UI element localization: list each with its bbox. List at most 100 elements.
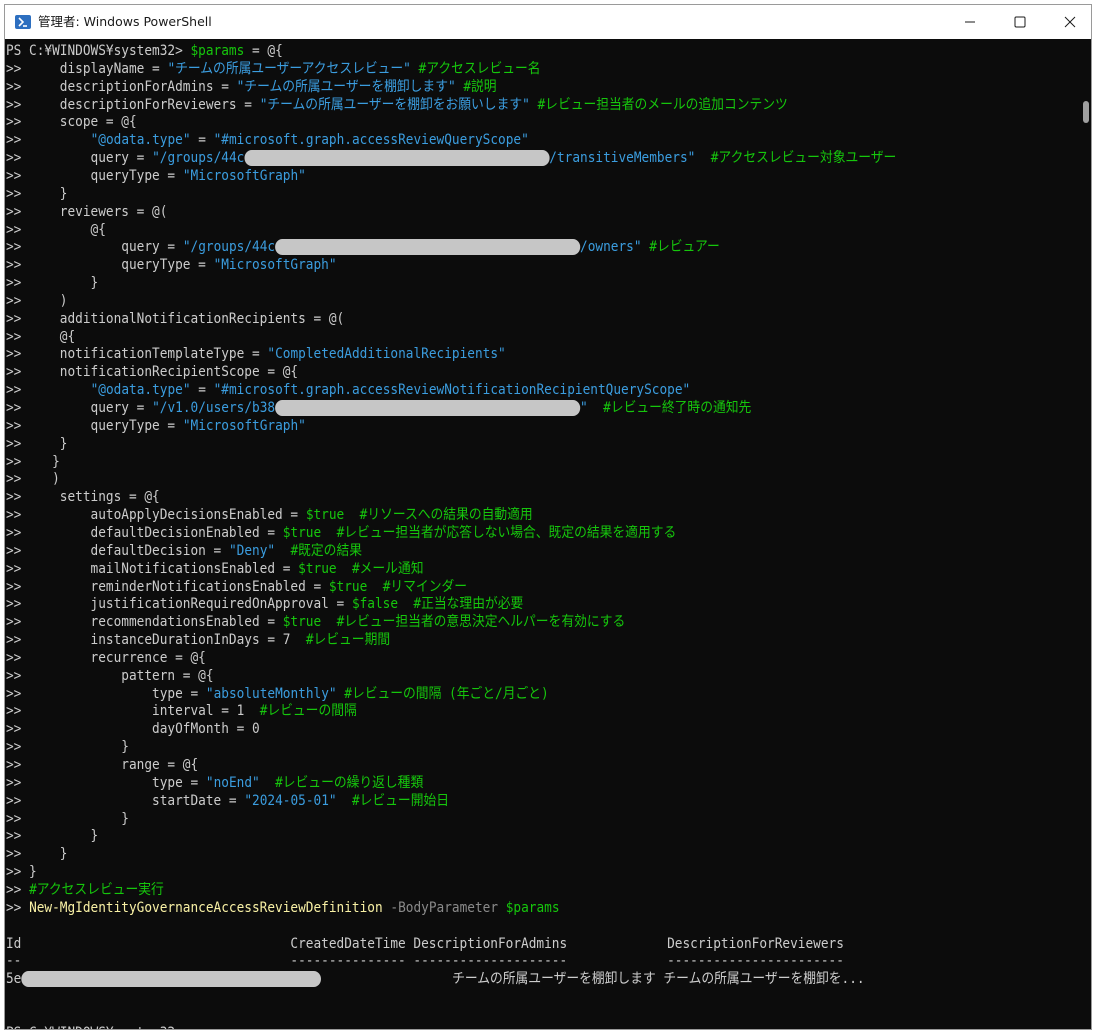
console-text: >> descriptionForAdmins = <box>6 78 237 95</box>
console-text: #アクセスレビュー実行 <box>29 881 164 898</box>
console-text: >> interval = 1 <box>6 703 245 720</box>
console-text: >> queryType = <box>6 417 183 434</box>
console-text: >> notificationTemplateType = <box>6 346 268 363</box>
vertical-scrollbar[interactable] <box>1079 39 1091 1029</box>
maximize-button[interactable] <box>995 5 1045 39</box>
console-text: #リソースへの結果の自動適用 <box>344 507 533 524</box>
console-line: >> type = "noEnd" #レビューの繰り返し種類 <box>6 774 423 792</box>
console-text: >> } <box>6 828 99 845</box>
console-line: >> } <box>6 827 98 845</box>
console-text: >> type = <box>6 774 206 791</box>
minimize-button[interactable] <box>945 5 995 39</box>
console-line: PS C:¥WINDOWS¥system32> $params = @{ <box>6 42 283 60</box>
console-line: 5e チームの所属ユーザーを棚卸します チームの所属ユーザーを棚卸を... <box>6 970 865 988</box>
console-text: "MicrosoftGraph" <box>182 167 306 184</box>
console-text: #レビュー開始日 <box>336 792 450 809</box>
title-bar[interactable]: 管理者: Windows PowerShell <box>5 5 1091 39</box>
console-line: >> } <box>6 738 129 756</box>
console-output[interactable]: PS C:¥WINDOWS¥system32> $params = @{>> d… <box>5 39 1079 1029</box>
console-text: #レビュー期間 <box>290 632 391 649</box>
console-text: #レビュー担当者の意思決定ヘルパーを有効にする <box>321 614 626 631</box>
console-text: >> reminderNotificationsEnabled = <box>6 578 329 595</box>
console-text: >> defaultDecision = <box>6 542 229 559</box>
console-line: >> query = "/groups/44c/transitiveMember… <box>6 149 896 167</box>
console-text: >> autoApplyDecisionsEnabled = <box>6 507 306 524</box>
console-text: $true <box>328 578 368 595</box>
console-text: >> query = <box>6 150 153 167</box>
console-text: >> } <box>6 185 68 202</box>
console-text: #レビュー担当者が応答しない場合、既定の結果を適用する <box>321 524 677 541</box>
console-text: >> defaultDecisionEnabled = <box>6 524 283 541</box>
console-line: >> queryType = "MicrosoftGraph" <box>6 256 337 274</box>
console-text: "/v1.0/users/b38 <box>152 400 276 416</box>
redacted-value <box>275 239 581 256</box>
console-text: "CompletedAdditionalRecipients" <box>267 346 506 363</box>
console-line: >> "@odata.type" = "#microsoft.graph.acc… <box>6 381 690 399</box>
console-text: チームの所属ユーザーを棚卸します チームの所属ユーザーを棚卸を... <box>321 971 865 988</box>
console-line: >> mailNotificationsEnabled = $true #メール… <box>6 560 424 578</box>
console-line: >> New-MgIdentityGovernanceAccessReviewD… <box>6 899 560 917</box>
console-text: >> query = <box>6 400 153 416</box>
console-line: >> "@odata.type" = "#microsoft.graph.acc… <box>6 131 529 149</box>
console-text: Id CreatedDateTime DescriptionForAdmins … <box>6 935 844 952</box>
console-text: 5e <box>6 971 22 988</box>
console-text: "#microsoft.graph.accessReviewQueryScope… <box>213 132 529 149</box>
console-line: >> } <box>6 845 68 863</box>
console-text: >> justificationRequiredOnApproval = <box>6 596 352 613</box>
console-line: >> range = @{ <box>6 756 198 774</box>
console-text: #アクセスレビュー対象ユーザー <box>695 150 897 167</box>
console-line: >> @{ <box>6 328 75 346</box>
console-line: >> } <box>6 810 129 828</box>
console-text: = <box>190 132 214 149</box>
console-text: >> settings = @{ <box>6 489 160 506</box>
console-line: Id CreatedDateTime DescriptionForAdmins … <box>6 935 844 953</box>
console-text: >> additionalNotificationRecipients = @( <box>6 310 345 327</box>
console-text: -BodyParameter <box>382 899 499 916</box>
close-button[interactable] <box>1045 5 1091 39</box>
console-line: >> } <box>6 863 37 881</box>
console-text: PS C:¥WINDOWS¥system32> <box>6 1025 183 1029</box>
powershell-window: 管理者: Windows PowerShell PS C:¥WINDOWS¥sy… <box>4 4 1092 1030</box>
console-text: "noEnd" <box>205 774 260 791</box>
console-line: >> reviewers = @( <box>6 203 167 221</box>
console-line: >> notificationTemplateType = "Completed… <box>6 345 506 363</box>
console-line: >> queryType = "MicrosoftGraph" <box>6 167 306 185</box>
console-line: >> justificationRequiredOnApproval = $fa… <box>6 595 523 613</box>
console-text: #リマインダー <box>367 578 468 595</box>
console-line: >> displayName = "チームの所属ユーザーアクセスレビュー" #ア… <box>6 60 541 78</box>
console-line: >> additionalNotificationRecipients = @( <box>6 310 344 328</box>
console-text: "2024-05-01" <box>244 792 337 809</box>
console-text: >> @{ <box>6 328 76 345</box>
powershell-icon <box>15 15 31 29</box>
console-text: PS C:¥WINDOWS¥system32> <box>6 43 191 59</box>
console-line: >> query = "/groups/44c/owners" #レビュアー <box>6 238 720 256</box>
console-text: >> <box>6 382 91 399</box>
console-text: #アクセスレビュー名 <box>410 60 541 77</box>
console-text: #レビュー終了時の通知先 <box>587 400 752 416</box>
console-text: "チームの所属ユーザーアクセスレビュー" <box>167 60 411 77</box>
console-text: $true <box>298 560 337 577</box>
close-icon <box>1064 16 1076 28</box>
console-line: >> defaultDecisionEnabled = $true #レビュー担… <box>6 524 676 542</box>
console-text: "absoluteMonthly" <box>205 685 337 702</box>
console-text: >> dayOfMonth = 0 <box>6 721 260 738</box>
console-line: >> queryType = "MicrosoftGraph" <box>6 417 306 435</box>
console-line: >> reminderNotificationsEnabled = $true … <box>6 578 467 596</box>
console-text: >> pattern = @{ <box>6 667 214 684</box>
console-text: >> } <box>6 864 37 881</box>
console-text: = @{ <box>244 43 283 59</box>
console-line: >> } <box>6 274 98 292</box>
console-line: >> type = "absoluteMonthly" #レビューの間隔 (年ご… <box>6 685 549 703</box>
console-text: #既定の結果 <box>275 542 362 559</box>
scrollbar-thumb[interactable] <box>1083 101 1089 123</box>
console-text: >> instanceDurationInDays = 7 <box>6 632 291 649</box>
console-text: >> @{ <box>6 221 106 238</box>
console-line: >> ) <box>6 470 60 488</box>
window-title: 管理者: Windows PowerShell <box>38 14 212 29</box>
console-text: >> mailNotificationsEnabled = <box>6 560 299 577</box>
console-text: >> queryType = <box>6 257 214 274</box>
console-text: #レビューの繰り返し種類 <box>259 774 424 791</box>
console-text: >> descriptionForReviewers = <box>6 96 260 113</box>
console-line: >> notificationRecipientScope = @{ <box>6 363 298 381</box>
console-line: >> descriptionForAdmins = "チームの所属ユーザーを棚卸… <box>6 78 497 96</box>
